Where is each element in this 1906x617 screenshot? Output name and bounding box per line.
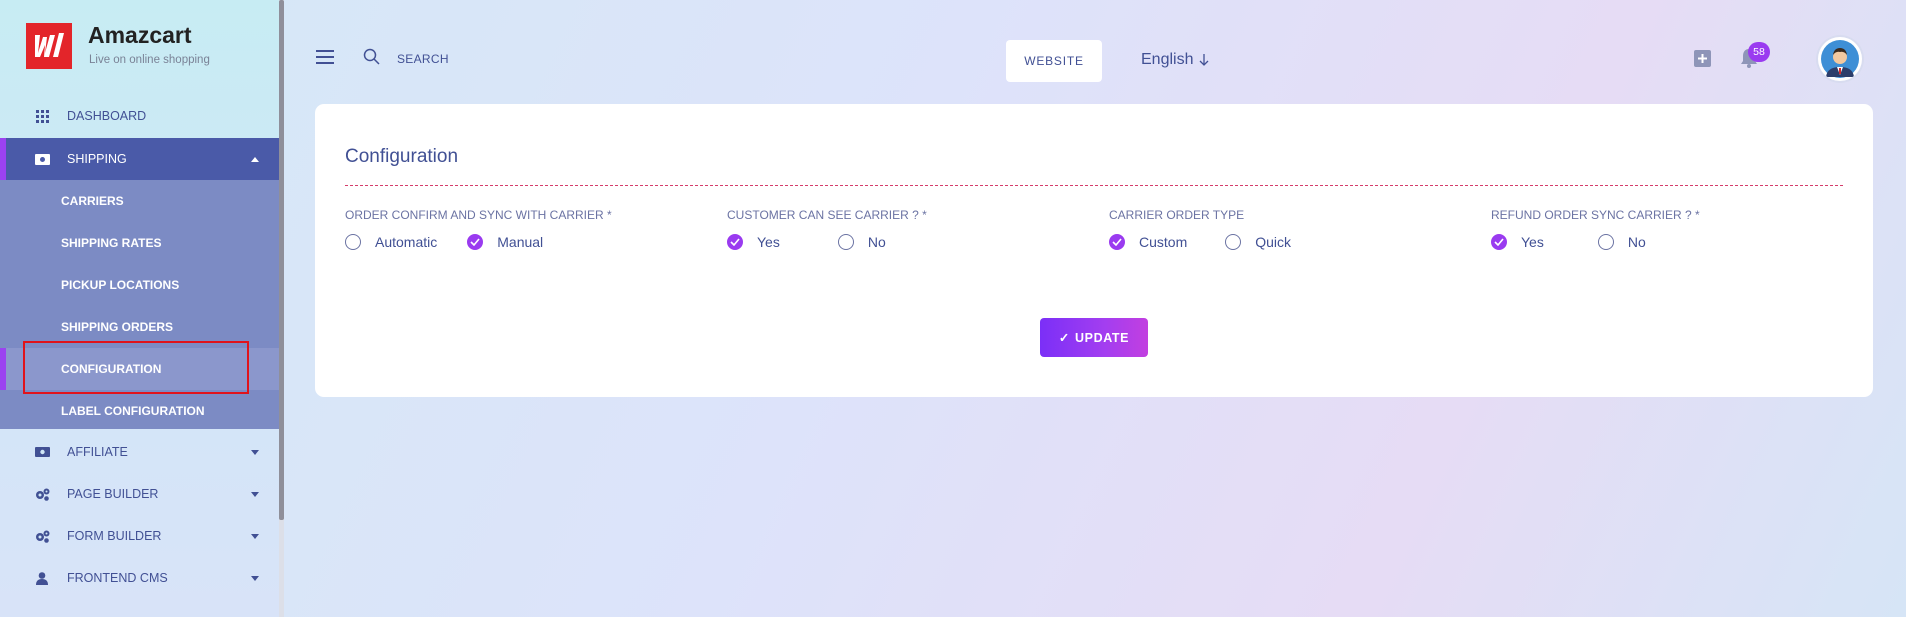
sidebar: Amazcart Live on online shopping DASHBOA… xyxy=(0,0,280,617)
search-icon[interactable] xyxy=(363,48,381,66)
user-avatar-icon xyxy=(1821,40,1859,78)
sidebar-item-form-builder[interactable]: FORM BUILDER xyxy=(0,515,280,557)
sidebar-item-page-builder[interactable]: PAGE BUILDER xyxy=(0,473,280,515)
radio-label: Manual xyxy=(497,234,544,250)
submenu-item-pickup-locations[interactable]: PICKUP LOCATIONS xyxy=(0,264,280,306)
active-indicator xyxy=(0,138,6,180)
radio-checked-icon[interactable] xyxy=(1109,234,1125,250)
sidebar-item-label: FRONTEND CMS xyxy=(67,571,168,585)
radio-label: No xyxy=(1627,234,1646,250)
avatar[interactable] xyxy=(1818,37,1862,81)
chevron-down-icon xyxy=(251,533,259,539)
radio-yes[interactable]: Yes xyxy=(1491,234,1544,250)
field-label: CUSTOMER CAN SEE CARRIER ? * xyxy=(727,208,927,222)
field-customer-can-see-carrier: CUSTOMER CAN SEE CARRIER ? * Yes No xyxy=(727,208,927,250)
radio-circle[interactable] xyxy=(1225,234,1242,250)
user-icon xyxy=(34,570,50,586)
hamburger-menu-icon[interactable] xyxy=(316,50,334,64)
highlight-box xyxy=(23,341,249,394)
radio-label: Yes xyxy=(757,234,780,250)
radio-checked-icon[interactable] xyxy=(467,234,484,250)
submenu-item-label: SHIPPING RATES xyxy=(61,236,162,250)
chevron-down-icon xyxy=(251,491,259,497)
check-icon: ✓ xyxy=(1058,331,1070,345)
radio-label: Custom xyxy=(1139,234,1188,250)
arrow-down-icon xyxy=(1200,54,1209,66)
field-label: REFUND ORDER SYNC CARRIER ? * xyxy=(1491,208,1700,222)
gears-icon xyxy=(34,528,50,544)
submenu-item-label-configuration[interactable]: LABEL CONFIGURATION xyxy=(0,390,280,432)
submenu-item-label: CARRIERS xyxy=(61,194,124,208)
radio-label: Automatic xyxy=(375,234,438,250)
radio-yes[interactable]: Yes xyxy=(727,234,780,250)
submenu-item-carriers[interactable]: CARRIERS xyxy=(0,180,280,222)
field-order-confirm-sync: ORDER CONFIRM AND SYNC WITH CARRIER * Au… xyxy=(345,208,612,250)
field-label: ORDER CONFIRM AND SYNC WITH CARRIER * xyxy=(345,208,612,222)
radio-checked-icon[interactable] xyxy=(1491,234,1507,250)
sidebar-item-label: FORM BUILDER xyxy=(67,529,162,543)
sidebar-item-dashboard[interactable]: DASHBOARD xyxy=(0,95,280,137)
sidebar-item-affiliate[interactable]: AFFILIATE xyxy=(0,431,280,473)
active-indicator xyxy=(0,348,6,390)
field-label: CARRIER ORDER TYPE xyxy=(1109,208,1245,222)
submenu-item-shipping-rates[interactable]: SHIPPING RATES xyxy=(0,222,280,264)
radio-label: No xyxy=(867,234,886,250)
radio-label: Quick xyxy=(1255,234,1292,250)
chevron-down-icon xyxy=(251,575,259,581)
sidebar-item-label: PAGE BUILDER xyxy=(67,487,159,501)
sidebar-item-frontend-cms[interactable]: FRONTEND CMS xyxy=(0,557,280,599)
update-button[interactable]: ✓ UPDATE xyxy=(1040,318,1148,357)
website-button[interactable]: WEBSITE xyxy=(1006,40,1102,82)
radio-quick[interactable]: Quick xyxy=(1225,234,1291,250)
radio-circle[interactable] xyxy=(1597,234,1614,250)
language-selector[interactable]: English xyxy=(1141,51,1209,69)
field-refund-order-sync: REFUND ORDER SYNC CARRIER ? * Yes No xyxy=(1491,208,1700,250)
amazcart-logo xyxy=(26,23,72,69)
chevron-down-icon xyxy=(251,449,259,455)
field-carrier-order-type: CARRIER ORDER TYPE Custom Quick xyxy=(1109,208,1291,250)
radio-no[interactable]: No xyxy=(837,234,886,250)
sidebar-item-label: SHIPPING xyxy=(67,152,127,166)
update-button-label: UPDATE xyxy=(1075,330,1130,345)
submenu-item-label: LABEL CONFIGURATION xyxy=(61,404,205,418)
brand-name: Amazcart xyxy=(88,22,192,48)
sidebar-item-shipping[interactable]: SHIPPING xyxy=(0,138,280,180)
radio-checked-icon[interactable] xyxy=(727,234,743,250)
radio-circle[interactable] xyxy=(345,234,361,250)
add-icon[interactable] xyxy=(1694,50,1711,67)
brand-tagline: Live on online shopping xyxy=(89,54,210,66)
radio-no[interactable]: No xyxy=(1597,234,1646,250)
shipping-icon xyxy=(34,151,50,167)
radio-label: Yes xyxy=(1521,234,1544,250)
sidebar-item-label: AFFILIATE xyxy=(67,445,128,459)
radio-custom[interactable]: Custom xyxy=(1109,234,1187,250)
search-input[interactable]: SEARCH xyxy=(397,52,449,66)
divider xyxy=(345,185,1843,186)
notification-badge: 58 xyxy=(1748,42,1770,62)
radio-circle[interactable] xyxy=(837,234,854,250)
sidebar-scrollbar-thumb[interactable] xyxy=(279,0,284,520)
submenu-item-label: SHIPPING ORDERS xyxy=(61,320,174,334)
radio-manual[interactable]: Manual xyxy=(467,234,543,250)
page-title: Configuration xyxy=(345,146,459,167)
chevron-up-icon xyxy=(251,156,259,162)
submenu-item-label: PICKUP LOCATIONS xyxy=(61,278,180,292)
sidebar-item-label: DASHBOARD xyxy=(67,109,147,123)
configuration-card: Configuration ORDER CONFIRM AND SYNC WIT… xyxy=(315,104,1873,397)
radio-automatic[interactable]: Automatic xyxy=(345,234,437,250)
language-label: English xyxy=(1141,51,1194,68)
money-icon xyxy=(34,444,50,460)
gears-icon xyxy=(34,486,50,502)
grid-icon xyxy=(34,108,50,124)
